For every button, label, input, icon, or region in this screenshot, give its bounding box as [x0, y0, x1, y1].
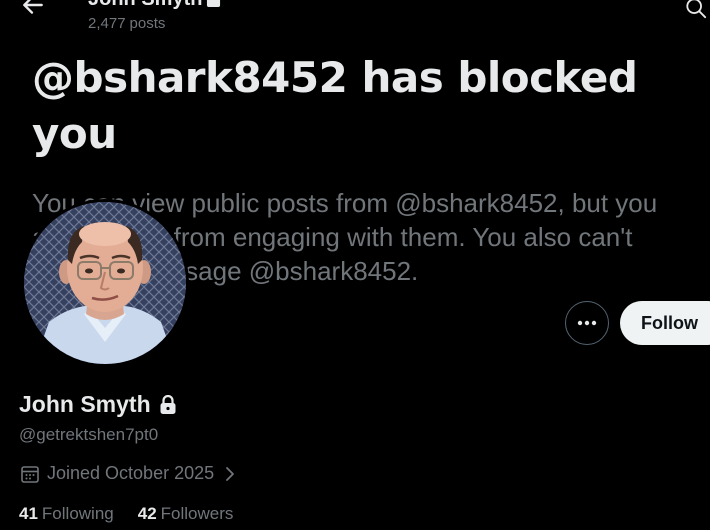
- search-icon[interactable]: [685, 0, 707, 19]
- avatar-photo: [24, 202, 186, 364]
- followers-link[interactable]: 42 Followers: [138, 504, 234, 524]
- followers-count: 42: [137, 504, 157, 523]
- header-posts-count: 2,477 posts: [88, 15, 165, 32]
- header-name-text: John Smyth: [88, 0, 202, 11]
- following-count: 41: [19, 504, 38, 523]
- profile-name-text: John Smyth: [19, 391, 151, 417]
- blocked-title: @bshark8452 has blocked you: [32, 53, 638, 158]
- posts-count: 2,477: [88, 15, 126, 32]
- follow-stats: 41 Following 42 Followers: [19, 504, 233, 524]
- following-label: Following: [41, 504, 114, 523]
- header-lock-icon: [207, 0, 221, 7]
- followers-label: Followers: [160, 504, 234, 523]
- joined-text: Joined October 2025: [47, 463, 215, 483]
- joined-date[interactable]: Joined October 2025: [20, 463, 237, 484]
- chevron-right-icon: [226, 466, 235, 481]
- following-link[interactable]: 41 Following: [19, 504, 114, 524]
- more-horizontal-icon: [577, 320, 597, 326]
- header-profile-name: John Smyth: [88, 0, 221, 11]
- profile-name: John Smyth: [19, 391, 177, 418]
- avatar[interactable]: [21, 199, 189, 367]
- posts-label: posts: [129, 15, 166, 32]
- back-arrow-icon[interactable]: [20, 0, 46, 18]
- lock-icon: [160, 394, 176, 414]
- follow-button[interactable]: Follow: [620, 301, 710, 345]
- calendar-icon: [21, 465, 39, 483]
- profile-handle: @getrektshen7pt0: [19, 425, 159, 444]
- more-options-button[interactable]: [565, 301, 609, 345]
